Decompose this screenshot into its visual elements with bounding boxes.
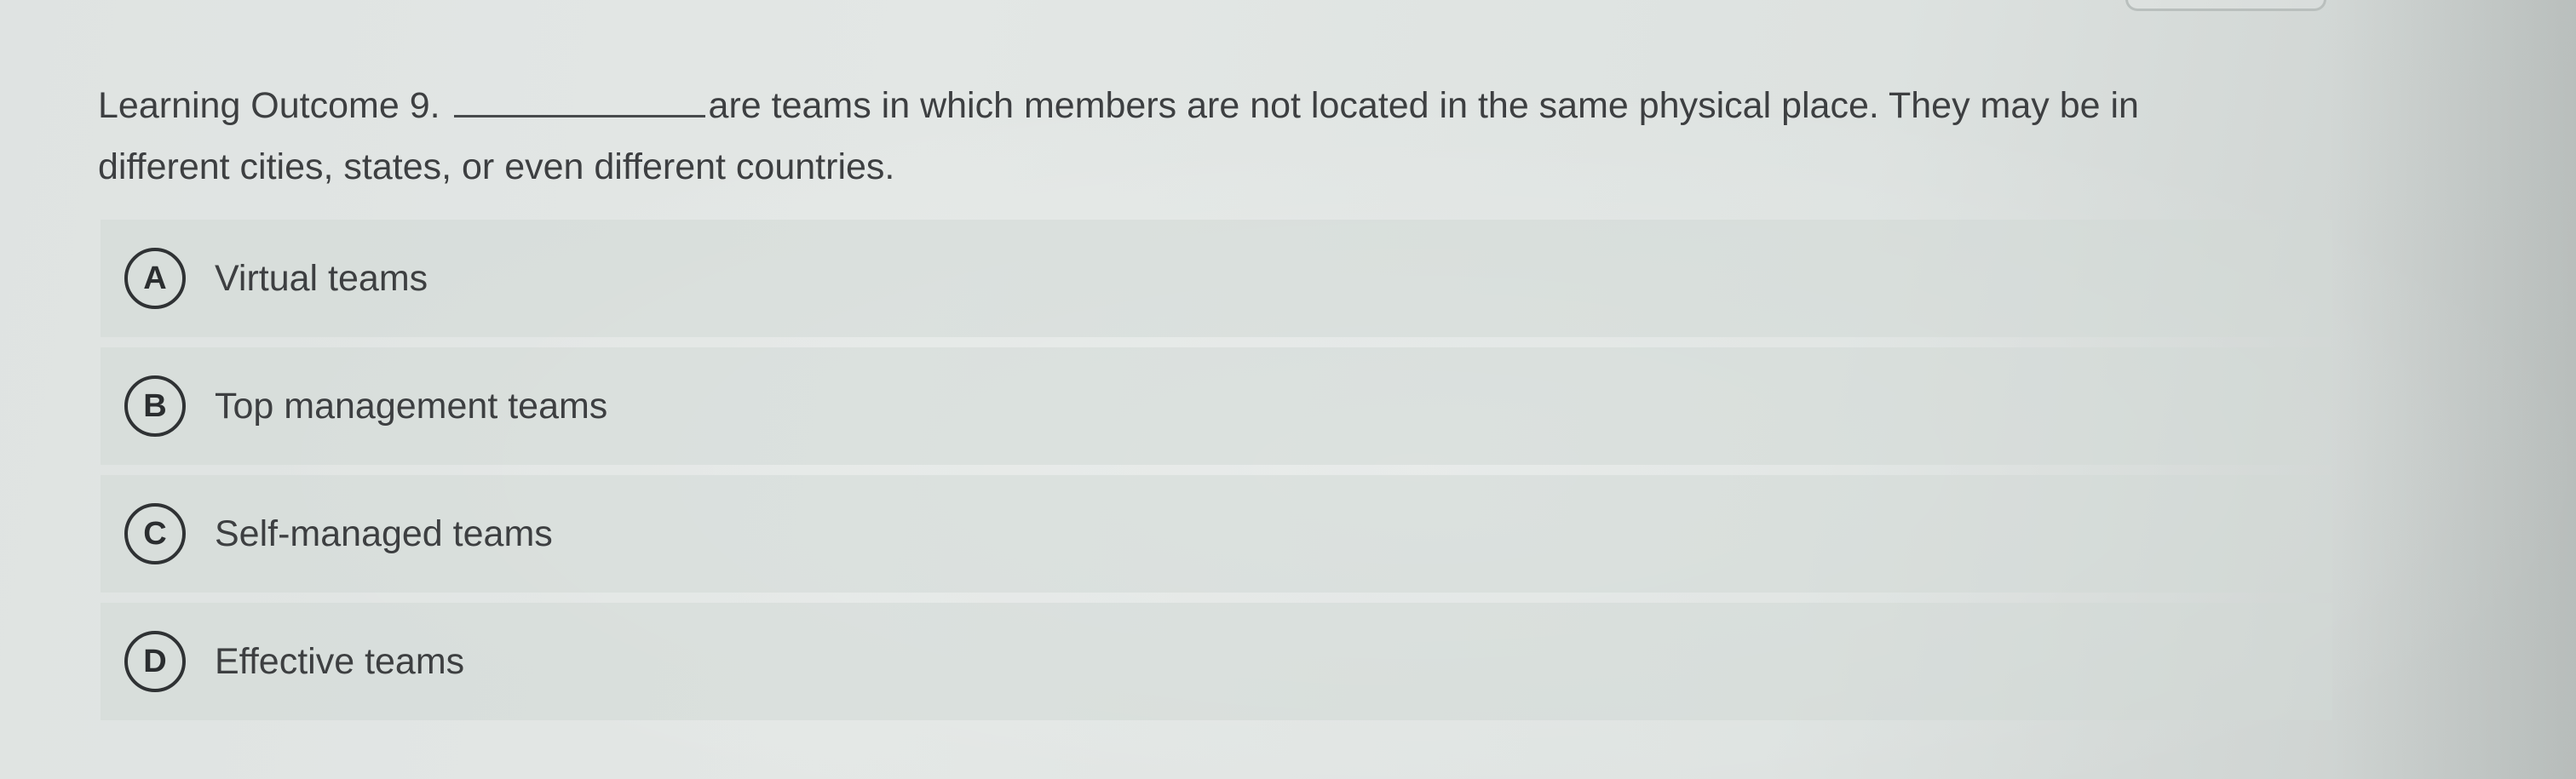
option-c[interactable]: C Self-managed teams — [101, 475, 2332, 593]
option-c-letter-badge: C — [124, 503, 186, 564]
option-d[interactable]: D Effective teams — [101, 603, 2332, 720]
option-a-label: Virtual teams — [215, 257, 428, 299]
option-a[interactable]: A Virtual teams — [101, 220, 2332, 337]
option-c-label: Self-managed teams — [215, 513, 553, 554]
option-b[interactable]: B Top management teams — [101, 347, 2332, 465]
answer-options: A Virtual teams B Top management teams C… — [101, 220, 2332, 720]
question-text: Learning Outcome 9. are teams in which m… — [98, 75, 2262, 198]
option-d-label: Effective teams — [215, 640, 465, 682]
answer-blank — [453, 83, 705, 117]
question-prefix: Learning Outcome 9. — [98, 85, 440, 126]
option-b-letter-badge: B — [124, 375, 186, 437]
option-b-label: Top management teams — [215, 385, 608, 427]
option-a-letter-badge: A — [124, 248, 186, 309]
edge-shade — [2329, 0, 2576, 779]
top-button-fragment[interactable] — [2125, 0, 2326, 11]
option-d-letter-badge: D — [124, 631, 186, 692]
